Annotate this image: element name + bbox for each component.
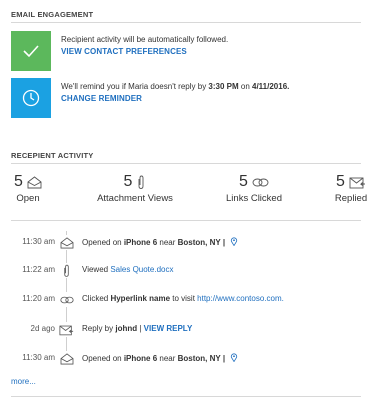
timeline-time: 11:20 am bbox=[22, 294, 55, 303]
reminder-time: 3:30 PM bbox=[208, 82, 239, 91]
section-divider bbox=[11, 396, 361, 397]
recipient-activity-title: RECEPIENT ACTIVITY bbox=[11, 151, 94, 160]
timeline-item: 11:20 am Clicked Hyperlink name to visit… bbox=[0, 292, 377, 307]
timeline-device: iPhone 6 bbox=[123, 354, 158, 363]
reply-envelope-icon bbox=[59, 322, 74, 337]
reminder-mid: on bbox=[238, 82, 252, 91]
stat-links-count: 5 bbox=[239, 173, 248, 190]
timeline-location: Boston, NY bbox=[177, 354, 221, 363]
timeline-prefix: Opened on bbox=[82, 354, 124, 363]
envelope-open-icon bbox=[59, 235, 74, 250]
reply-envelope-icon bbox=[349, 177, 365, 188]
stat-open-label: Open bbox=[16, 193, 40, 204]
reminder-message: We'll remind you if Maria doesn't reply … bbox=[61, 82, 289, 91]
hyperlink-name: Hyperlink name bbox=[110, 294, 171, 303]
change-reminder-link[interactable]: CHANGE REMINDER bbox=[61, 94, 142, 103]
timeline-time: 11:22 am bbox=[22, 265, 55, 274]
timeline-time: 2d ago bbox=[30, 324, 55, 333]
timeline-time: 11:30 am bbox=[22, 237, 55, 246]
location-pin-icon[interactable] bbox=[230, 237, 238, 247]
timeline-mid: to visit bbox=[170, 294, 198, 303]
timeline-text: Reply by johnd | VIEW REPLY bbox=[82, 324, 192, 333]
timeline-prefix: Opened on bbox=[82, 238, 124, 247]
view-contact-preferences-link[interactable]: VIEW CONTACT PREFERENCES bbox=[61, 47, 187, 56]
timeline-item: 11:30 am Opened on iPhone 6 near Boston,… bbox=[0, 351, 377, 366]
timeline-device: iPhone 6 bbox=[123, 238, 158, 247]
checkmark-icon bbox=[23, 45, 39, 58]
section-divider bbox=[11, 220, 361, 221]
timeline-text: Opened on iPhone 6 near Boston, NY | bbox=[82, 237, 238, 247]
stat-replied[interactable]: 5 Replied bbox=[331, 172, 371, 204]
stat-replied-label: Replied bbox=[334, 193, 368, 204]
timeline-item: 11:30 am Opened on iPhone 6 near Boston,… bbox=[0, 235, 377, 250]
paperclip-icon bbox=[59, 263, 74, 278]
activity-stats: 5 Open 5 Attachment Views 5 Links Clicke… bbox=[11, 172, 371, 212]
timeline-item: 11:22 am Viewed Sales Quote.docx bbox=[0, 263, 377, 278]
reminder-date: 4/11/2016. bbox=[252, 82, 290, 91]
stat-replied-count: 5 bbox=[336, 173, 345, 190]
timeline-prefix: Viewed bbox=[82, 265, 111, 274]
reminder-prefix: We'll remind you if Maria doesn't reply … bbox=[61, 82, 209, 91]
stat-attachment-label: Attachment Views bbox=[97, 193, 173, 204]
timeline-near: near bbox=[157, 354, 178, 363]
timeline-time: 11:30 am bbox=[22, 353, 55, 362]
stat-open-count: 5 bbox=[14, 173, 23, 190]
more-link[interactable]: more... bbox=[11, 377, 36, 386]
link-icon bbox=[252, 178, 269, 186]
reminder-tile bbox=[11, 78, 51, 118]
visited-url-link[interactable]: http://www.contoso.com. bbox=[197, 294, 284, 303]
timeline-text: Opened on iPhone 6 near Boston, NY | bbox=[82, 353, 238, 363]
timeline-item: 2d ago Reply by johnd | VIEW REPLY bbox=[0, 322, 377, 337]
timeline-sep: | bbox=[220, 354, 226, 363]
envelope-open-icon bbox=[59, 351, 74, 366]
stat-attachment-views[interactable]: 5 Attachment Views bbox=[87, 172, 183, 204]
location-pin-icon[interactable] bbox=[230, 353, 238, 363]
attachment-link[interactable]: Sales Quote.docx bbox=[110, 265, 173, 274]
timeline-prefix: Reply by bbox=[82, 324, 116, 333]
stat-links-label: Links Clicked bbox=[226, 193, 282, 204]
timeline-sep: | bbox=[220, 238, 226, 247]
follow-message: Recipient activity will be automatically… bbox=[61, 35, 229, 44]
view-reply-link[interactable]: VIEW REPLY bbox=[144, 324, 193, 333]
stat-links-clicked[interactable]: 5 Links Clicked bbox=[217, 172, 291, 204]
timeline-near: near bbox=[157, 238, 178, 247]
stat-attachment-count: 5 bbox=[123, 173, 133, 190]
timeline-prefix: Clicked bbox=[82, 294, 111, 303]
paperclip-icon bbox=[139, 175, 144, 189]
clock-icon bbox=[22, 89, 40, 107]
email-engagement-title: EMAIL ENGAGEMENT bbox=[11, 10, 94, 19]
follow-tile bbox=[11, 31, 51, 71]
section-divider bbox=[11, 22, 361, 23]
timeline-text: Viewed Sales Quote.docx bbox=[82, 265, 173, 274]
section-divider bbox=[11, 163, 361, 164]
follow-notice: Recipient activity will be automatically… bbox=[11, 31, 371, 71]
timeline-location: Boston, NY bbox=[177, 238, 221, 247]
stat-open[interactable]: 5 Open bbox=[11, 172, 45, 204]
timeline-text: Clicked Hyperlink name to visit http://w… bbox=[82, 294, 284, 303]
reminder-notice: We'll remind you if Maria doesn't reply … bbox=[11, 78, 371, 118]
reply-user: johnd bbox=[115, 324, 138, 333]
envelope-open-icon bbox=[27, 175, 42, 188]
link-icon bbox=[59, 292, 74, 307]
